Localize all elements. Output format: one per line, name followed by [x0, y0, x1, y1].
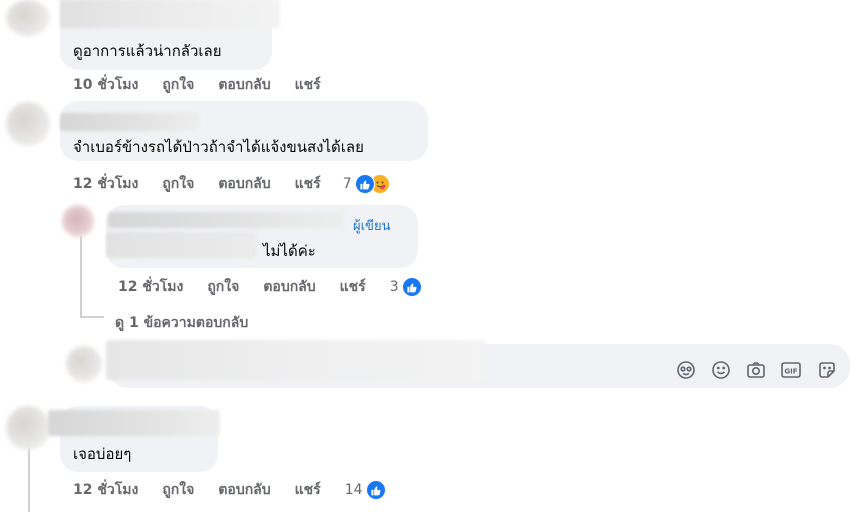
comment-actions: 12 ชั่วโมง ถูกใจ ตอบกลับ แชร์ 7 [73, 173, 390, 195]
share-button[interactable]: แชร์ [295, 173, 321, 195]
view-replies-label: ดู 1 ข้อความตอบกลับ [115, 315, 249, 331]
comment-time[interactable]: 12 ชั่วโมง [73, 479, 138, 501]
avatar [66, 346, 102, 382]
comment-actions: 12 ชั่วโมง ถูกใจ ตอบกลับ แชร์ 14 [73, 479, 386, 501]
sticker-icon[interactable] [816, 359, 838, 381]
like-button[interactable]: ถูกใจ [162, 479, 194, 501]
like-icon [354, 174, 375, 194]
avatar-sticker-icon[interactable] [675, 359, 697, 381]
commenter-name[interactable] [60, 113, 200, 131]
commenter-name[interactable] [108, 212, 344, 228]
comment-text: จำเบอร์ข้างรถได้ป่าวถ้าจำได้แจ้งขนสงได้เ… [73, 138, 364, 156]
share-button[interactable]: แชร์ [340, 276, 366, 298]
reply-button[interactable]: ตอบกลับ [218, 74, 270, 96]
composer-blur [106, 340, 486, 380]
share-button[interactable]: แชร์ [295, 74, 321, 96]
reaction-count[interactable]: 14 [345, 482, 363, 498]
like-button[interactable]: ถูกใจ [207, 276, 239, 298]
comment-actions: 10 ชั่วโมง ถูกใจ ตอบกลับ แชร์ [73, 74, 345, 96]
avatar[interactable] [6, 406, 50, 450]
thread-line [80, 236, 82, 318]
avatar[interactable] [6, 0, 50, 36]
comment-text: ไม่ได้ค่ะ [263, 242, 316, 260]
reaction-count[interactable]: 7 [343, 176, 352, 192]
like-icon [365, 480, 386, 500]
reply-button[interactable]: ตอบกลับ [218, 479, 270, 501]
like-icon [401, 277, 422, 297]
svg-text:GIF: GIF [784, 368, 797, 376]
comment-text: ดูอาการแล้วน่ากลัวเลย [73, 42, 222, 60]
avatar[interactable] [62, 205, 94, 237]
comment-actions: 12 ชั่วโมง ถูกใจ ตอบกลับ แชร์ 3 [118, 276, 422, 298]
comment-time[interactable]: 12 ชั่วโมง [73, 173, 138, 195]
view-replies-link[interactable]: ดู 1 ข้อความตอบกลับ [115, 312, 248, 334]
avatar[interactable] [6, 102, 50, 146]
reaction-count[interactable]: 3 [390, 279, 399, 295]
commenter-name[interactable] [48, 410, 220, 436]
reply-button[interactable]: ตอบกลับ [218, 173, 270, 195]
thread-line [80, 316, 104, 318]
like-button[interactable]: ถูกใจ [162, 74, 194, 96]
like-button[interactable]: ถูกใจ [162, 173, 194, 195]
share-button[interactable]: แชร์ [295, 479, 321, 501]
author-badge: ผู้เขียน [353, 219, 391, 234]
comment-time[interactable]: 10 ชั่วโมง [73, 74, 138, 96]
mention-name[interactable] [106, 232, 256, 258]
camera-icon[interactable] [745, 359, 767, 381]
gif-icon[interactable]: GIF [780, 359, 802, 381]
reply-button[interactable]: ตอบกลับ [263, 276, 315, 298]
comment-time[interactable]: 12 ชั่วโมง [118, 276, 183, 298]
emoji-icon[interactable] [710, 359, 732, 381]
comment-text: เจอบ่อยๆ [73, 445, 132, 463]
commenter-name[interactable] [60, 0, 280, 28]
